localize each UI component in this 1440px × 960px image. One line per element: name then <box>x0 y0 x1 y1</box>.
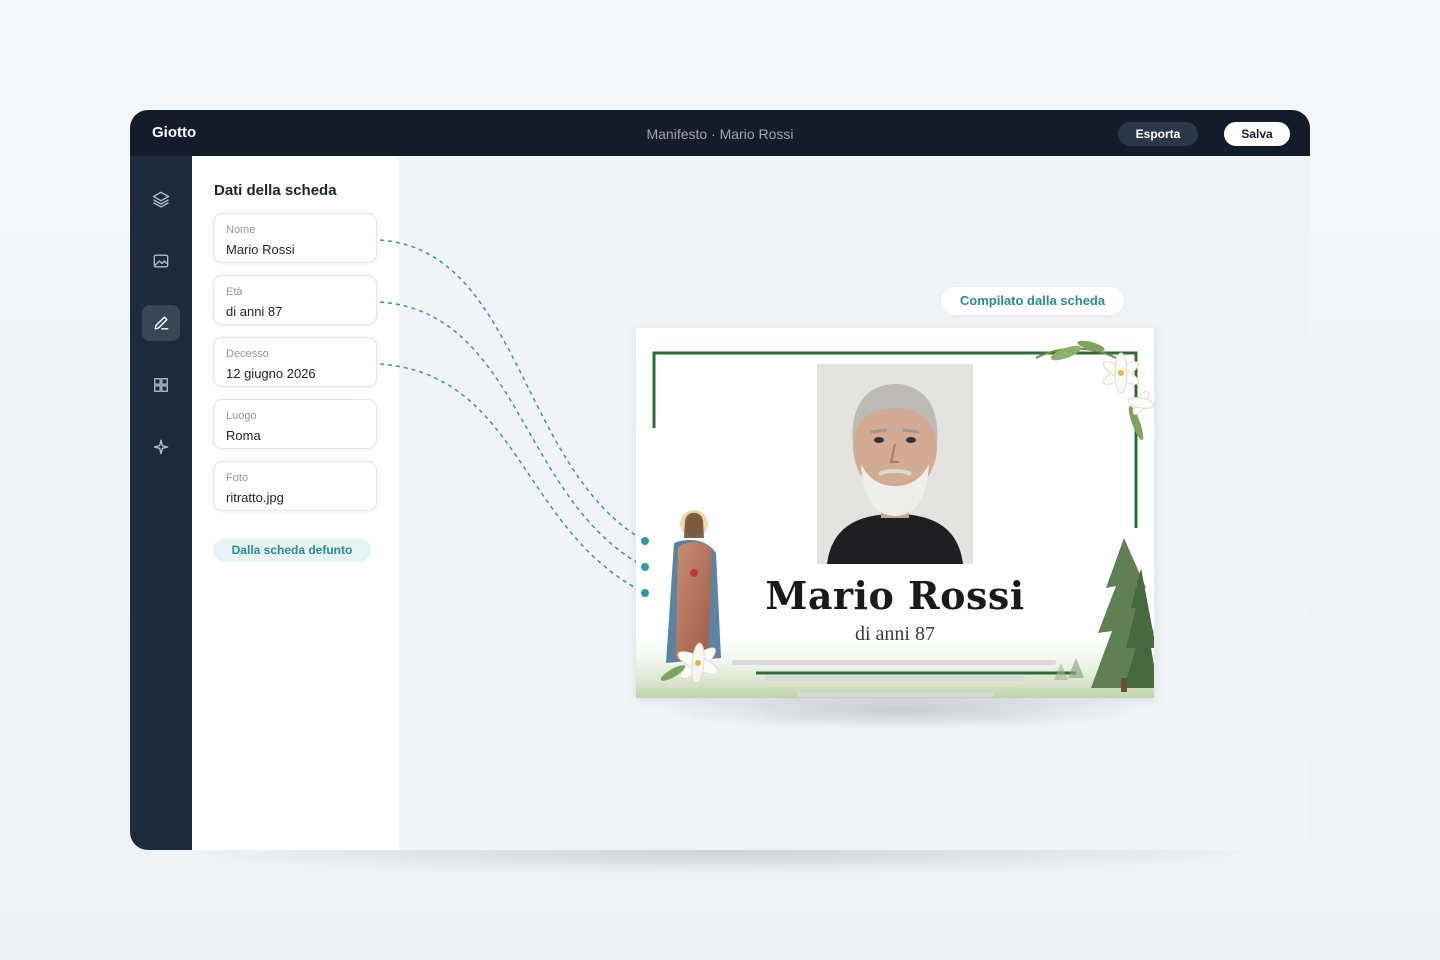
rail-item-images[interactable] <box>142 243 180 279</box>
field-label: Foto <box>226 472 249 484</box>
field-value: 12 giugno 2026 <box>226 366 316 381</box>
deceased-portrait <box>817 364 973 564</box>
filled-from-sheet-chip: Compilato dalla scheda <box>941 287 1124 315</box>
field-decesso[interactable]: Decesso 12 giugno 2026 <box>213 337 377 387</box>
rail-item-ai[interactable] <box>142 429 180 465</box>
text-line-placeholder <box>797 692 994 697</box>
field-label: Età <box>226 286 243 298</box>
top-bar: Giotto Manifesto · Mario Rossi Esporta S… <box>130 110 1310 156</box>
field-value: di anni 87 <box>226 304 283 319</box>
field-value: ritratto.jpg <box>226 490 284 505</box>
rail-item-templates[interactable] <box>142 367 180 403</box>
text-line-placeholder <box>765 676 1025 681</box>
field-eta[interactable]: Età di anni 87 <box>213 275 377 325</box>
rail-item-edit[interactable] <box>142 305 180 341</box>
layers-icon <box>152 191 170 208</box>
source-chip: Dalla scheda defunto <box>213 538 371 562</box>
grid-icon <box>154 378 168 392</box>
panel-title: Dati della scheda <box>214 182 337 199</box>
export-button[interactable]: Esporta <box>1118 122 1198 146</box>
field-nome[interactable]: Nome Mario Rossi <box>213 213 377 263</box>
field-value: Mario Rossi <box>226 242 295 257</box>
sparkle-icon <box>153 439 169 455</box>
deceased-name[interactable]: Mario Rossi <box>636 573 1154 618</box>
manifesto-card[interactable]: Mario Rossi di anni 87 <box>636 328 1154 698</box>
field-label: Nome <box>226 224 256 236</box>
rail-item-layers[interactable] <box>142 181 180 217</box>
field-label: Luogo <box>226 410 257 422</box>
field-value: Roma <box>226 428 261 443</box>
pen-icon <box>154 316 169 330</box>
save-button[interactable]: Salva <box>1224 122 1290 146</box>
tool-rail <box>130 156 192 850</box>
data-panel: Dati della scheda Nome Mario Rossi Età d… <box>192 156 399 850</box>
field-foto[interactable]: Foto ritratto.jpg <box>213 461 377 511</box>
image-icon <box>153 254 169 268</box>
field-label: Decesso <box>226 348 269 360</box>
deceased-age[interactable]: di anni 87 <box>636 623 1154 646</box>
text-line-placeholder <box>732 660 1056 665</box>
field-luogo[interactable]: Luogo Roma <box>213 399 377 449</box>
